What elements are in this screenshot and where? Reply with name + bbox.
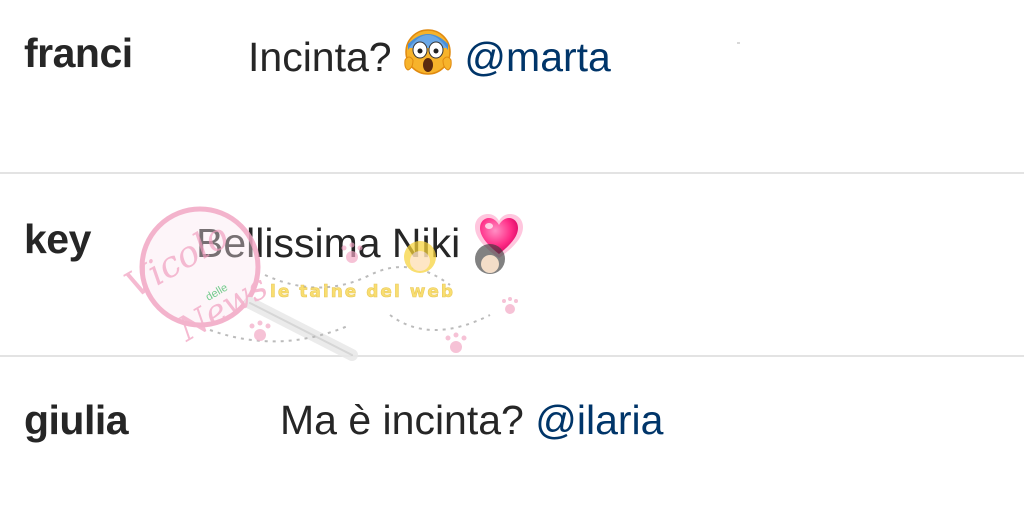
comment-body: Ma è incinta? <box>280 397 524 443</box>
comment-username[interactable]: giulia <box>24 397 129 444</box>
comment-list: franci Incinta? @marta key Bellissima Ni… <box>0 0 1024 530</box>
separator-mark <box>737 42 740 44</box>
comment-row: giulia Ma è incinta? @ilaria <box>0 357 1024 530</box>
mention-link[interactable]: @ilaria <box>535 397 663 443</box>
comment-text: Ma è incinta? @ilaria <box>280 397 663 444</box>
comment-row: key Bellissima Niki <box>0 174 1024 355</box>
comment-username[interactable]: franci <box>24 30 133 77</box>
mention-link[interactable]: @marta <box>464 34 610 80</box>
comment-body: Bellissima Niki <box>196 219 461 266</box>
sparkling-heart-icon <box>472 212 526 272</box>
comment-row: franci Incinta? @marta <box>0 0 1024 172</box>
face-screaming-in-fear-icon <box>403 26 453 86</box>
comment-body: Incinta? <box>248 33 392 80</box>
comment-text: Incinta? @marta <box>248 29 611 90</box>
comment-text: Bellissima Niki <box>196 214 526 276</box>
comment-username[interactable]: key <box>24 216 91 263</box>
